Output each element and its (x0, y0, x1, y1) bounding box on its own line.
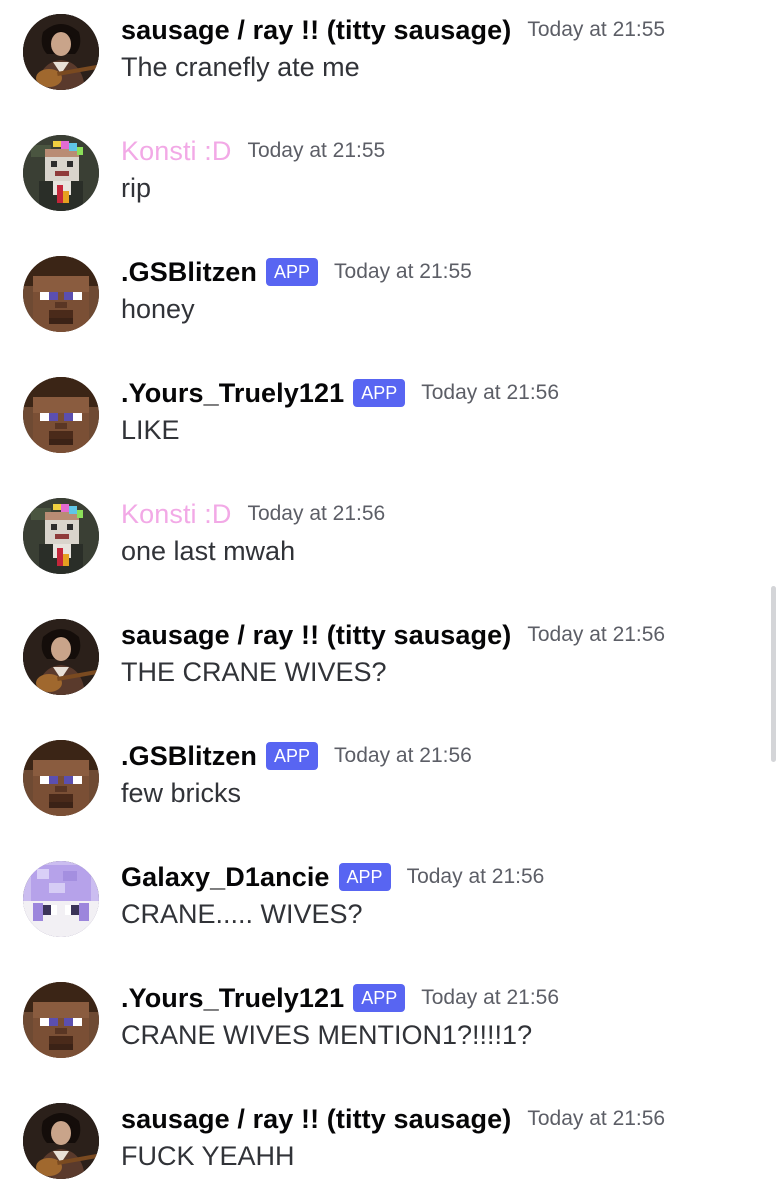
message-list: sausage / ray !! (titty sausage) Today a… (0, 0, 783, 1200)
message-header: .Yours_Truely121 APP Today at 21:56 (121, 373, 559, 413)
app-badge: APP (353, 379, 406, 407)
minecraft-steve-avatar[interactable] (23, 256, 99, 332)
username[interactable]: .Yours_Truely121 (121, 378, 344, 409)
minecraft-steve-avatar[interactable] (23, 982, 99, 1058)
message: .GSBlitzen APP Today at 21:56 few bricks (0, 726, 760, 836)
timestamp: Today at 21:56 (527, 1107, 666, 1130)
timestamp: Today at 21:55 (527, 18, 666, 41)
message-header: Konsti :D Today at 21:56 (121, 494, 385, 534)
purple-pixel-avatar[interactable] (23, 861, 99, 937)
scrollbar-thumb[interactable] (771, 586, 776, 762)
timestamp: Today at 21:56 (334, 744, 472, 767)
message-content: one last mwah (121, 536, 296, 566)
username[interactable]: Konsti :D (121, 499, 231, 530)
message-content: CRANE..... WIVES? (121, 899, 363, 929)
message-header: .GSBlitzen APP Today at 21:55 (121, 252, 472, 292)
message-content: rip (121, 173, 152, 203)
username[interactable]: .GSBlitzen (121, 257, 257, 288)
message-content: few bricks (121, 778, 242, 808)
timestamp: Today at 21:56 (406, 865, 545, 888)
person-guitar-avatar[interactable] (23, 1103, 99, 1179)
message: .Yours_Truely121 APP Today at 21:56 LIKE (0, 363, 760, 473)
message: Konsti :D Today at 21:55 rip (0, 121, 760, 231)
message: sausage / ray !! (titty sausage) Today a… (0, 605, 760, 715)
minecraft-steve-avatar[interactable] (23, 740, 99, 816)
app-badge: APP (266, 742, 319, 770)
message-content: LIKE (121, 415, 180, 445)
username[interactable]: .Yours_Truely121 (121, 983, 344, 1014)
timestamp: Today at 21:56 (527, 623, 666, 646)
pixel-character-avatar[interactable] (23, 135, 99, 211)
message-content: The cranefly ate me (121, 52, 360, 82)
message-content: FUCK YEAHH (121, 1141, 295, 1171)
username[interactable]: Galaxy_D1ancie (121, 862, 330, 893)
username[interactable]: sausage / ray !! (titty sausage) (121, 15, 511, 46)
username[interactable]: sausage / ray !! (titty sausage) (121, 1104, 511, 1135)
message: .GSBlitzen APP Today at 21:55 honey (0, 242, 760, 352)
message-header: sausage / ray !! (titty sausage) Today a… (121, 1099, 665, 1139)
person-guitar-avatar[interactable] (23, 14, 99, 90)
timestamp: Today at 21:55 (334, 260, 472, 283)
message-header: .Yours_Truely121 APP Today at 21:56 (121, 978, 559, 1018)
timestamp: Today at 21:56 (421, 381, 560, 404)
pixel-character-avatar[interactable] (23, 498, 99, 574)
app-badge: APP (338, 863, 391, 891)
message-header: sausage / ray !! (titty sausage) Today a… (121, 10, 665, 50)
username[interactable]: Konsti :D (121, 136, 231, 167)
message: sausage / ray !! (titty sausage) Today a… (0, 1089, 760, 1199)
message: Galaxy_D1ancie APP Today at 21:56 CRANE.… (0, 847, 760, 957)
username[interactable]: .GSBlitzen (121, 741, 257, 772)
username[interactable]: sausage / ray !! (titty sausage) (121, 620, 511, 651)
message-header: sausage / ray !! (titty sausage) Today a… (121, 615, 665, 655)
message: sausage / ray !! (titty sausage) Today a… (0, 0, 760, 110)
message-header: Konsti :D Today at 21:55 (121, 131, 385, 171)
message-header: Galaxy_D1ancie APP Today at 21:56 (121, 857, 544, 897)
timestamp: Today at 21:56 (247, 502, 386, 525)
timestamp: Today at 21:55 (247, 139, 386, 162)
message-content: CRANE WIVES MENTION1?!!!!1? (121, 1020, 533, 1050)
timestamp: Today at 21:56 (421, 986, 560, 1009)
person-guitar-avatar[interactable] (23, 619, 99, 695)
app-badge: APP (266, 258, 319, 286)
message-content: honey (121, 294, 195, 324)
message-header: .GSBlitzen APP Today at 21:56 (121, 736, 472, 776)
minecraft-steve-avatar[interactable] (23, 377, 99, 453)
message-content: THE CRANE WIVES? (121, 657, 387, 687)
app-badge: APP (353, 984, 406, 1012)
message: Konsti :D Today at 21:56 one last mwah (0, 484, 760, 594)
message: .Yours_Truely121 APP Today at 21:56 CRAN… (0, 968, 760, 1078)
